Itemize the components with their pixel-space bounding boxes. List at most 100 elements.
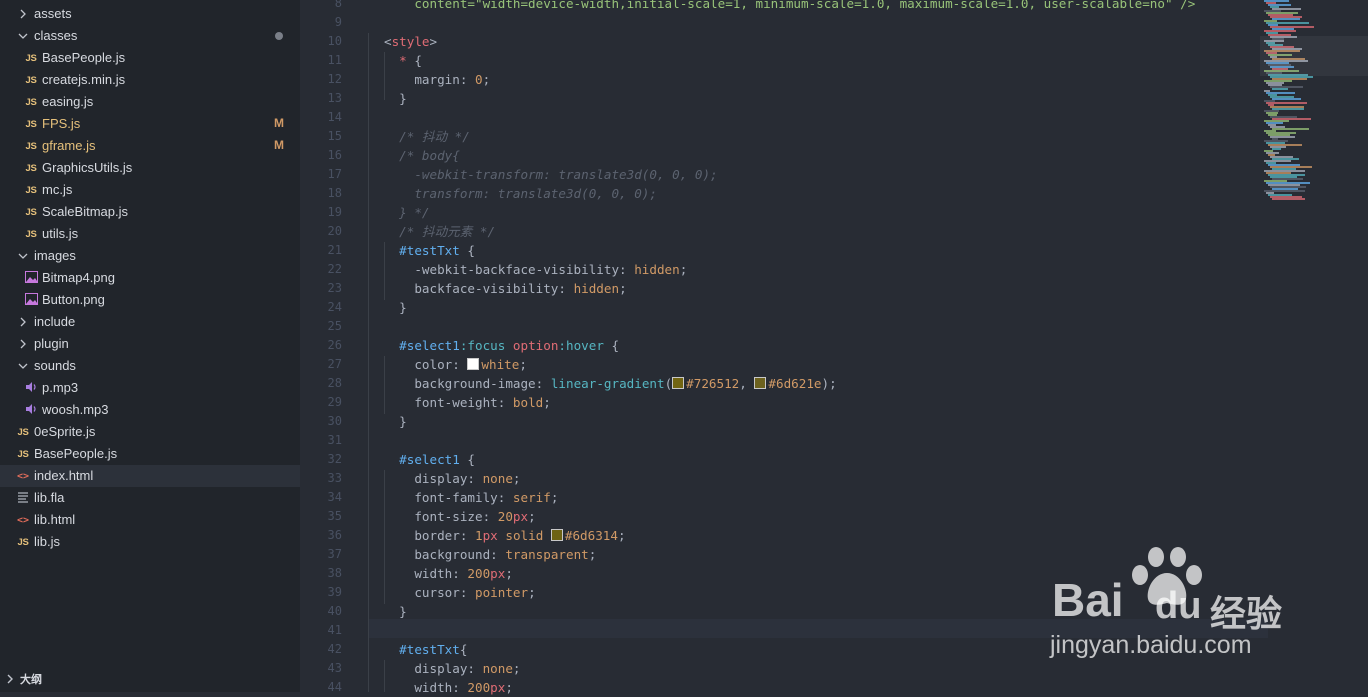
code-line[interactable]: -webkit-transform: translate3d(0, 0, 0); <box>384 165 717 184</box>
code-line[interactable]: } <box>384 298 407 317</box>
color-swatch-icon[interactable] <box>754 377 767 389</box>
code-token: } <box>384 414 407 429</box>
code-line[interactable]: font-size: 20px; <box>384 507 535 526</box>
code-token: font-weight <box>384 395 498 410</box>
code-line[interactable]: } <box>384 89 407 108</box>
image-file-icon <box>24 270 38 286</box>
code-token: #select1 <box>384 452 460 467</box>
js-file-icon: JS <box>17 448 29 460</box>
color-swatch-icon[interactable] <box>672 377 685 389</box>
code-token: 200 <box>467 680 491 695</box>
file-label: 0eSprite.js <box>34 424 96 439</box>
file-gframe-js[interactable]: JS gframe.js M <box>0 135 300 157</box>
file-0esprite-js[interactable]: JS 0eSprite.js <box>0 421 300 443</box>
code-line[interactable]: #testTxt{ <box>384 640 467 659</box>
file-button-png[interactable]: Button.png <box>0 289 300 311</box>
code-line[interactable]: } <box>384 412 407 431</box>
code-line[interactable]: * { <box>384 51 422 70</box>
folder-sounds[interactable]: sounds <box>0 355 300 377</box>
outline-panel-header[interactable]: 大纲 <box>0 666 300 692</box>
code-line[interactable]: } */ <box>384 203 429 222</box>
file-label: ScaleBitmap.js <box>42 204 128 219</box>
image-file-icon <box>24 292 38 308</box>
code-line[interactable]: #testTxt { <box>384 241 475 260</box>
code-token: : <box>490 547 506 562</box>
file-label: index.html <box>34 468 94 483</box>
file-easing-js[interactable]: JS easing.js <box>0 91 300 113</box>
code-line[interactable]: cursor: pointer; <box>384 583 535 602</box>
file-scalebitmap-js[interactable]: JS ScaleBitmap.js <box>0 201 300 223</box>
line-number: 21 <box>327 243 342 257</box>
code-line[interactable]: width: 200px; <box>384 564 513 583</box>
code-line[interactable]: width: 200px; <box>384 678 513 697</box>
code-line[interactable]: #select1:focus option:hover { <box>384 336 619 355</box>
code-token: 0 <box>475 72 483 87</box>
code-line[interactable]: color: white; <box>384 355 527 374</box>
js-file-icon: JS <box>25 140 37 152</box>
code-line[interactable]: margin: 0; <box>384 70 490 89</box>
file-lib-fla[interactable]: lib.fla <box>0 487 300 509</box>
code-token: ; <box>482 72 491 87</box>
code-line[interactable]: backface-visibility: hidden; <box>384 279 626 298</box>
code-line[interactable]: /* body{ <box>384 146 460 165</box>
file-createjs-min-js[interactable]: JS createjs.min.js <box>0 69 300 91</box>
file-fps-js[interactable]: JS FPS.js M <box>0 113 300 135</box>
file-bitmap4-png[interactable]: Bitmap4.png <box>0 267 300 289</box>
folder-assets[interactable]: assets <box>0 3 300 25</box>
code-line[interactable]: <style> <box>384 32 437 51</box>
folder-images[interactable]: images <box>0 245 300 267</box>
file-mc-js[interactable]: JS mc.js <box>0 179 300 201</box>
minimap-slider[interactable] <box>1260 36 1368 76</box>
folder-classes[interactable]: classes <box>0 25 300 47</box>
code-line[interactable]: font-weight: bold; <box>384 393 551 412</box>
file-woosh-mp3[interactable]: woosh.mp3 <box>0 399 300 421</box>
chevron-down-icon <box>17 250 29 262</box>
file-lib-js[interactable]: JS lib.js <box>0 531 300 553</box>
line-number: 34 <box>327 490 342 504</box>
file-label: lib.fla <box>34 490 65 505</box>
code-line[interactable]: display: none; <box>384 659 520 678</box>
code-line[interactable]: transform: translate3d(0, 0, 0); <box>384 184 657 203</box>
code-line[interactable]: -webkit-backface-visibility: hidden; <box>384 260 687 279</box>
code-token: transparent <box>505 547 589 562</box>
file-index-html[interactable]: <> index.html <box>0 465 300 487</box>
code-line[interactable]: /* 抖动元素 */ <box>384 222 495 241</box>
folder-include[interactable]: include <box>0 311 300 333</box>
code-token: #testTxt <box>384 642 460 657</box>
line-number: 19 <box>327 205 342 219</box>
file-utils-js[interactable]: JS utils.js <box>0 223 300 245</box>
color-swatch-icon[interactable] <box>550 529 563 541</box>
file-lib-html[interactable]: <> lib.html <box>0 509 300 531</box>
code-line[interactable]: content="width=device-width,initial-scal… <box>384 0 1195 13</box>
code-token: { <box>459 642 468 657</box>
code-token: pointer <box>475 585 529 600</box>
code-line[interactable]: display: none; <box>384 469 520 488</box>
file-basepeople-js[interactable]: JS BasePeople.js <box>0 443 300 465</box>
code-line[interactable]: } <box>384 602 407 621</box>
line-number: 12 <box>327 72 342 86</box>
code-line[interactable]: font-family: serif; <box>384 488 558 507</box>
code-token: serif <box>512 490 551 505</box>
file-label: createjs.min.js <box>42 72 126 87</box>
code-line[interactable]: /* 抖动 */ <box>384 127 470 146</box>
folder-plugin[interactable]: plugin <box>0 333 300 355</box>
code-line[interactable]: border: 1px solid #6d6314; <box>384 526 625 545</box>
file-basepeople-js[interactable]: JS BasePeople.js <box>0 47 300 69</box>
color-swatch-icon[interactable] <box>467 358 480 370</box>
code-token: background <box>384 547 491 562</box>
code-line[interactable]: #select1 { <box>384 450 475 469</box>
minimap-line <box>1272 88 1288 90</box>
code-line[interactable]: background: transparent; <box>384 545 596 564</box>
chevron-down-icon <box>17 30 29 42</box>
file-p-mp3[interactable]: p.mp3 <box>0 377 300 399</box>
file-label: utils.js <box>42 226 79 241</box>
minimap[interactable] <box>1260 0 1368 200</box>
file-graphicsutils-js[interactable]: JS GraphicsUtils.js <box>0 157 300 179</box>
file-label: Bitmap4.png <box>42 270 115 285</box>
line-number: 23 <box>327 281 342 295</box>
file-label: mc.js <box>42 182 73 197</box>
code-line[interactable]: background-image: linear-gradient(#72651… <box>384 374 836 393</box>
code-token: } <box>384 91 407 106</box>
watermark-url: jingyan.baidu.com <box>1050 631 1252 659</box>
